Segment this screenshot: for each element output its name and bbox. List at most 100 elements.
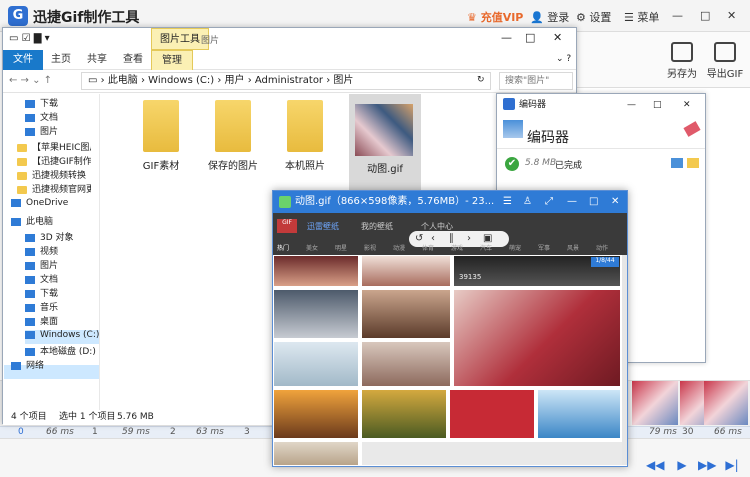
export-gif-button[interactable]: 导出GIF [705, 42, 745, 80]
shirt-icon[interactable]: ♙ [523, 191, 532, 213]
wallpaper-thumbnail[interactable] [273, 255, 359, 287]
login-button[interactable]: 👤 登录 [530, 9, 569, 25]
menu-button[interactable]: ☰ 菜单 [624, 9, 659, 25]
next-icon[interactable]: › [467, 231, 471, 247]
nav-item[interactable]: 3D 对象 [25, 230, 99, 244]
tab-manage[interactable]: 管理 [151, 50, 193, 70]
frame-duration[interactable]: 66 ms [714, 427, 742, 437]
nav-item[interactable]: 图片 [25, 124, 99, 138]
frame-duration[interactable]: 66 ms [46, 427, 74, 437]
category-tab[interactable]: 体育 [422, 243, 434, 252]
nav-item[interactable]: 文档 [25, 272, 99, 286]
image-icon[interactable] [671, 158, 683, 168]
viewer-scrollbar[interactable] [622, 255, 627, 465]
encoder-close[interactable]: ✕ [683, 94, 691, 116]
fullscreen-icon[interactable]: ⤢ [545, 191, 553, 213]
wallpaper-menu-item[interactable]: 我的壁纸 [361, 221, 393, 232]
category-tab[interactable]: 影视 [364, 243, 376, 252]
close-button[interactable]: ✕ [727, 9, 736, 22]
play-icon[interactable]: ▶ [674, 458, 690, 472]
viewer-restore[interactable]: □ [589, 191, 598, 213]
frame-thumbnail[interactable] [632, 381, 678, 425]
category-tab[interactable]: 军事 [538, 243, 550, 252]
category-tab[interactable]: 明星 [335, 243, 347, 252]
frame-thumbnail[interactable] [704, 381, 748, 425]
nav-item[interactable]: 文档 [25, 110, 99, 124]
explorer-maximize[interactable]: □ [525, 31, 535, 44]
nav-item-label: 图片 [40, 127, 59, 137]
category-tab[interactable]: 汽车 [480, 243, 492, 252]
tab-file[interactable]: 文件 [3, 50, 43, 70]
nav-item[interactable]: 迅捷视频转换 [17, 168, 91, 182]
nav-item[interactable]: Windows (C:) [25, 330, 99, 344]
tab-home[interactable]: 主页 [41, 50, 81, 70]
folder-icon[interactable] [687, 158, 699, 168]
tab-view[interactable]: 查看 [113, 50, 153, 70]
skip-end-icon[interactable]: ▶| [724, 458, 740, 472]
category-tab[interactable]: 美女 [306, 243, 318, 252]
viewer-minimize[interactable]: — [567, 191, 577, 213]
settings-button[interactable]: ⚙ 设置 [576, 9, 611, 25]
wallpaper-menu-item[interactable]: 迅雷壁纸 [307, 221, 339, 232]
wallpaper-thumbnail[interactable] [273, 289, 359, 339]
category-tab[interactable]: 风景 [567, 243, 579, 252]
wallpaper-thumbnail[interactable] [537, 389, 621, 439]
wallpaper-thumbnail[interactable] [361, 389, 447, 439]
minimize-button[interactable]: — [672, 9, 683, 22]
wallpaper-thumbnail[interactable] [273, 441, 359, 466]
quick-access-toolbar[interactable]: ▭ ☑ ▇ ▾ [9, 33, 50, 44]
encoder-maximize[interactable]: □ [653, 94, 662, 116]
wallpaper-thumbnail[interactable] [361, 289, 451, 339]
wallpaper-thumbnail[interactable] [273, 389, 359, 439]
category-tab[interactable]: 萌宠 [509, 243, 521, 252]
frame-duration[interactable]: 59 ms [122, 427, 150, 437]
category-tab[interactable]: 动漫 [393, 243, 405, 252]
nav-item[interactable]: 视频 [25, 244, 99, 258]
menu-icon[interactable]: ☰ [503, 191, 512, 213]
ribbon-expand-icon[interactable]: ⌄ ? [556, 54, 571, 64]
explorer-minimize[interactable]: — [501, 31, 512, 44]
vip-button[interactable]: ♛ 充值VIP [467, 9, 523, 25]
nav-item[interactable]: 音乐 [25, 300, 99, 314]
nav-item[interactable]: 网络 [11, 358, 85, 372]
folder-gif-material[interactable]: GIF素材 [131, 100, 191, 172]
frame-duration[interactable]: 79 ms [649, 427, 677, 437]
nav-item[interactable]: 迅捷视频官网更 [17, 182, 91, 196]
refresh-icon[interactable]: ↻ [477, 75, 485, 85]
save-as-button[interactable]: 另存为 [662, 42, 702, 80]
nav-item[interactable]: 【迅捷GIF制作工 [17, 154, 91, 168]
wallpaper-thumbnail[interactable] [361, 341, 451, 387]
nav-item[interactable]: 图片 [25, 258, 99, 272]
nav-item[interactable]: 此电脑 [11, 214, 85, 228]
nav-item[interactable]: 下载 [25, 96, 99, 110]
maximize-button[interactable]: □ [700, 9, 710, 22]
nav-item[interactable]: 本地磁盘 (D:) [25, 344, 99, 358]
frame-duration[interactable]: 63 ms [196, 427, 224, 437]
folder-saved-pictures[interactable]: 保存的图片 [203, 100, 263, 172]
encoder-minimize[interactable]: — [627, 94, 636, 116]
eraser-icon[interactable] [683, 121, 701, 137]
wallpaper-thumbnail[interactable] [273, 341, 359, 387]
category-tab[interactable]: 游戏 [451, 243, 463, 252]
nav-item[interactable]: OneDrive [11, 198, 85, 212]
nav-item[interactable]: 下载 [25, 286, 99, 300]
viewer-close[interactable]: ✕ [611, 191, 619, 213]
tab-share[interactable]: 共享 [77, 50, 117, 70]
address-bar[interactable]: ▭ › 此电脑 › Windows (C:) › 用户 › Administra… [81, 72, 491, 90]
nav-buttons[interactable]: ← → ⌄ ↑ [9, 75, 52, 86]
download-icon [25, 99, 35, 108]
nav-item[interactable]: 桌面 [25, 314, 99, 328]
fast-forward-icon[interactable]: ▶▶ [698, 458, 716, 472]
category-tab[interactable]: 动作 [596, 243, 608, 252]
category-tab[interactable]: 热门 [277, 243, 289, 252]
rewind-icon[interactable]: ◀◀ [646, 458, 664, 472]
wallpaper-featured[interactable] [453, 289, 621, 387]
folder-camera-roll[interactable]: 本机照片 [275, 100, 335, 172]
encoder-image-icon [503, 120, 523, 138]
wallpaper-thumbnail[interactable] [449, 389, 535, 439]
explorer-close[interactable]: ✕ [553, 31, 562, 44]
wallpaper-thumbnail[interactable] [361, 441, 623, 466]
wallpaper-thumbnail[interactable] [361, 255, 451, 287]
nav-item[interactable]: 【苹果HEIC图片 [17, 140, 91, 154]
search-input[interactable]: 搜索"图片" [499, 72, 573, 90]
